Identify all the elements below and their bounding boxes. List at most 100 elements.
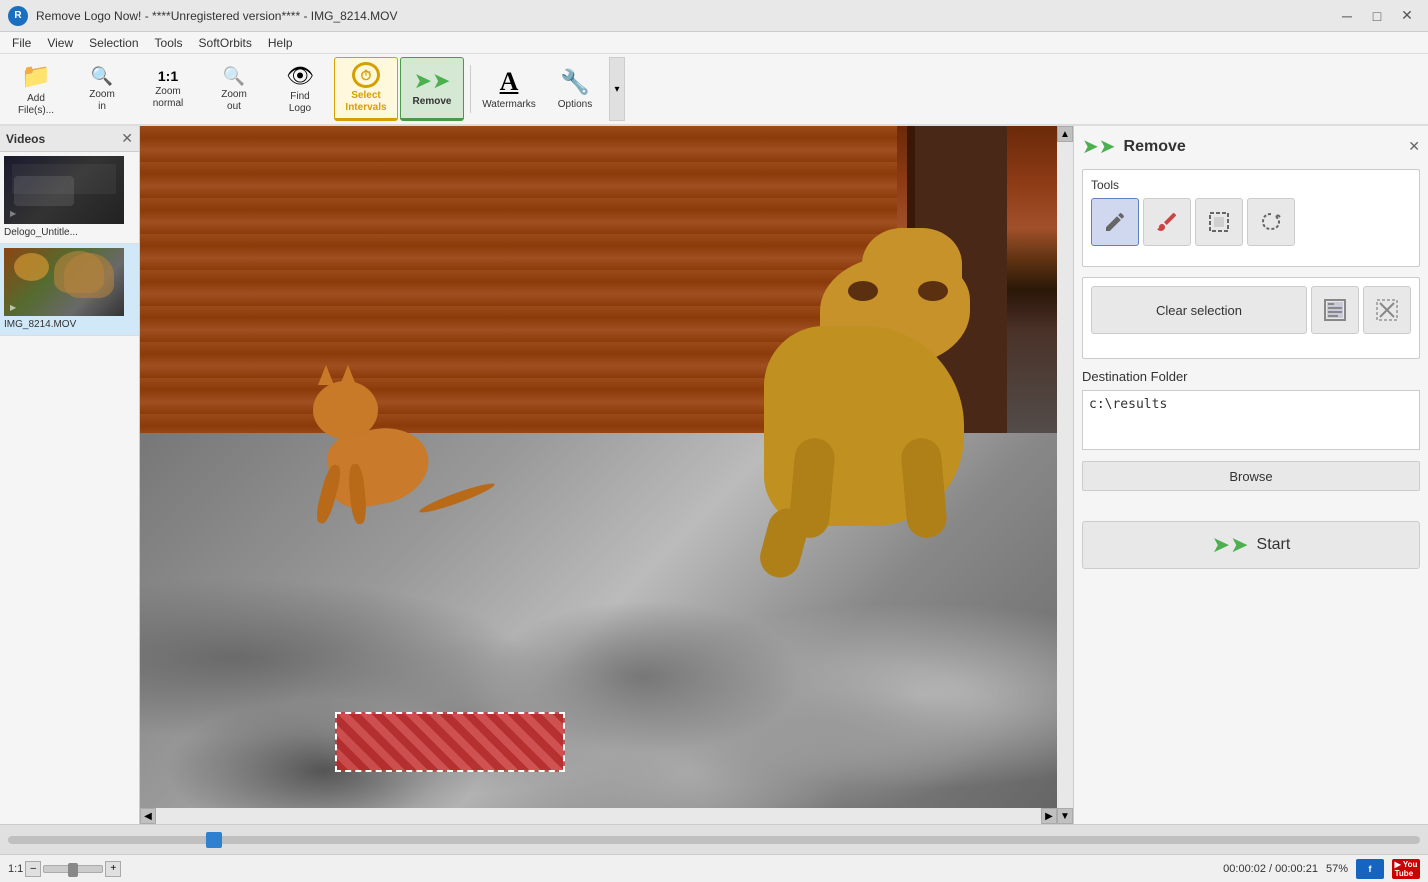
scroll-track-vertical bbox=[1057, 142, 1073, 808]
scroll-up-arrow[interactable]: ▲ bbox=[1057, 126, 1073, 142]
options-button[interactable]: 🔧 Options bbox=[543, 57, 607, 121]
cat-orange bbox=[305, 365, 465, 525]
brush-icon bbox=[1155, 210, 1179, 234]
select-intervals-icon: ⏱ bbox=[352, 62, 380, 88]
youtube-icon: ▶ YouTube bbox=[1395, 860, 1418, 878]
video-scrollbar-bottom: ◀ ▶ bbox=[140, 808, 1057, 824]
toolbox-close-button[interactable]: ✕ bbox=[1408, 138, 1420, 155]
app-logo: R bbox=[8, 6, 28, 26]
zoom-normal-button[interactable]: 1:1 Zoomnormal bbox=[136, 57, 200, 121]
facebook-button[interactable]: f bbox=[1356, 859, 1384, 879]
menu-file[interactable]: File bbox=[4, 34, 39, 52]
deselect-icon bbox=[1376, 299, 1398, 321]
zoom-controls: 1:1 – + bbox=[8, 861, 121, 877]
maximize-button[interactable]: □ bbox=[1364, 6, 1390, 26]
toolbox-header: ➤➤ Remove ✕ bbox=[1082, 134, 1420, 159]
zoom-in-button[interactable]: 🔍 Zoomin bbox=[70, 57, 134, 121]
clear-selection-button[interactable]: Clear selection bbox=[1091, 286, 1307, 334]
toolbar-scroll-button[interactable]: ▾ bbox=[609, 57, 625, 121]
dest-folder-label: Destination Folder bbox=[1082, 369, 1420, 384]
toolbox-arrow-icon: ➤➤ bbox=[1082, 134, 1116, 159]
deselect-button[interactable] bbox=[1363, 286, 1411, 334]
videos-panel: Videos ✕ ▶ Delogo_Untitle... ▶ IMG_8214.… bbox=[0, 126, 140, 824]
main-layout: Videos ✕ ▶ Delogo_Untitle... ▶ IMG_8214.… bbox=[0, 126, 1428, 824]
window-controls: ─ □ ✕ bbox=[1334, 6, 1420, 26]
select-intervals-button[interactable]: ⏱ SelectIntervals bbox=[334, 57, 398, 121]
minimize-button[interactable]: ─ bbox=[1334, 6, 1360, 26]
zoom-slider[interactable] bbox=[43, 865, 103, 873]
menu-softorbits[interactable]: SoftOrbits bbox=[191, 34, 260, 52]
tool-icons-row bbox=[1091, 198, 1411, 246]
scroll-right-arrow[interactable]: ▶ bbox=[1041, 808, 1057, 824]
timeline-thumb[interactable] bbox=[206, 832, 222, 848]
video-thumbnail-1: ▶ bbox=[4, 156, 124, 224]
watermarks-label: Watermarks bbox=[482, 99, 536, 111]
youtube-button[interactable]: ▶ YouTube bbox=[1392, 859, 1420, 879]
video-scrollbar-right: ▲ ▼ bbox=[1057, 126, 1073, 824]
selection-box bbox=[335, 712, 565, 772]
watermarks-button[interactable]: A Watermarks bbox=[477, 57, 541, 121]
toolbox-panel: ➤➤ Remove ✕ Tools bbox=[1073, 126, 1428, 824]
remove-button[interactable]: ➤➤ Remove bbox=[400, 57, 464, 121]
select-all-button[interactable] bbox=[1311, 286, 1359, 334]
status-left: 1:1 – + bbox=[8, 861, 121, 877]
video-thumbnail-2: ▶ bbox=[4, 248, 124, 316]
videos-panel-header: Videos ✕ bbox=[0, 126, 139, 152]
tool-rect-select-button[interactable] bbox=[1195, 198, 1243, 246]
toolbox-tools-section: Tools bbox=[1082, 169, 1420, 267]
find-logo-label: FindLogo bbox=[289, 91, 311, 115]
zoom-in-label: Zoomin bbox=[89, 89, 115, 113]
videos-panel-close[interactable]: ✕ bbox=[121, 130, 133, 147]
scroll-down-arrow[interactable]: ▼ bbox=[1057, 808, 1073, 824]
timeline-bar bbox=[0, 824, 1428, 854]
zoom-ratio-label: 1:1 bbox=[8, 863, 23, 875]
zoom-normal-label: Zoomnormal bbox=[153, 86, 184, 110]
video-item-2[interactable]: ▶ IMG_8214.MOV bbox=[0, 244, 139, 336]
clear-selection-row: Clear selection bbox=[1091, 286, 1411, 334]
video-label-2: IMG_8214.MOV bbox=[4, 318, 135, 331]
find-logo-button[interactable]: 👁 FindLogo bbox=[268, 57, 332, 121]
zoom-normal-icon: 1:1 bbox=[158, 68, 178, 84]
select-intervals-label: SelectIntervals bbox=[345, 90, 386, 114]
zoom-plus-button[interactable]: + bbox=[105, 861, 121, 877]
timeline-track[interactable] bbox=[8, 836, 1420, 844]
tool-brush-button[interactable] bbox=[1143, 198, 1191, 246]
close-button[interactable]: ✕ bbox=[1394, 6, 1420, 26]
toolbox-tools-label: Tools bbox=[1091, 178, 1411, 192]
zoom-out-label: Zoomout bbox=[221, 89, 247, 113]
video-area[interactable]: ▲ ▼ ◀ ▶ bbox=[140, 126, 1073, 824]
start-arrow-icon: ➤➤ bbox=[1212, 532, 1249, 558]
zoom-minus-button[interactable]: – bbox=[25, 861, 41, 877]
zoom-out-icon: 🔍 bbox=[223, 66, 245, 87]
menu-help[interactable]: Help bbox=[260, 34, 301, 52]
find-logo-icon: 👁 bbox=[286, 63, 314, 89]
scroll-track-horizontal bbox=[156, 808, 1041, 824]
videos-panel-title: Videos bbox=[6, 132, 45, 146]
rect-select-icon bbox=[1207, 210, 1231, 234]
tool-pencil-button[interactable] bbox=[1091, 198, 1139, 246]
options-icon: 🔧 bbox=[560, 68, 590, 97]
menu-tools[interactable]: Tools bbox=[147, 34, 191, 52]
add-files-button[interactable]: 📁 AddFile(s)... bbox=[4, 57, 68, 121]
menu-selection[interactable]: Selection bbox=[81, 34, 146, 52]
tool-lasso-button[interactable] bbox=[1247, 198, 1295, 246]
pencil-icon bbox=[1103, 210, 1127, 234]
start-label: Start bbox=[1257, 536, 1291, 554]
title-bar-left: R Remove Logo Now! - ****Unregistered ve… bbox=[8, 6, 398, 26]
zoom-out-button[interactable]: 🔍 Zoomout bbox=[202, 57, 266, 121]
menu-view[interactable]: View bbox=[39, 34, 81, 52]
browse-button[interactable]: Browse bbox=[1082, 461, 1420, 491]
scroll-left-arrow[interactable]: ◀ bbox=[140, 808, 156, 824]
toolbar: 📁 AddFile(s)... 🔍 Zoomin 1:1 Zoomnormal … bbox=[0, 54, 1428, 126]
menu-bar: File View Selection Tools SoftOrbits Hel… bbox=[0, 32, 1428, 54]
video-item-1[interactable]: ▶ Delogo_Untitle... bbox=[0, 152, 139, 244]
video-label-1: Delogo_Untitle... bbox=[4, 226, 135, 239]
zoom-percent: 57% bbox=[1326, 863, 1348, 875]
select-all-icon bbox=[1324, 299, 1346, 321]
title-bar: R Remove Logo Now! - ****Unregistered ve… bbox=[0, 0, 1428, 32]
dest-folder-input[interactable]: c:\results bbox=[1082, 390, 1420, 450]
toolbox-clear-section: Clear selection bbox=[1082, 277, 1420, 359]
time-display: 00:00:02 / 00:00:21 bbox=[1223, 863, 1318, 875]
add-files-label: AddFile(s)... bbox=[18, 93, 54, 117]
start-button[interactable]: ➤➤ Start bbox=[1082, 521, 1420, 569]
